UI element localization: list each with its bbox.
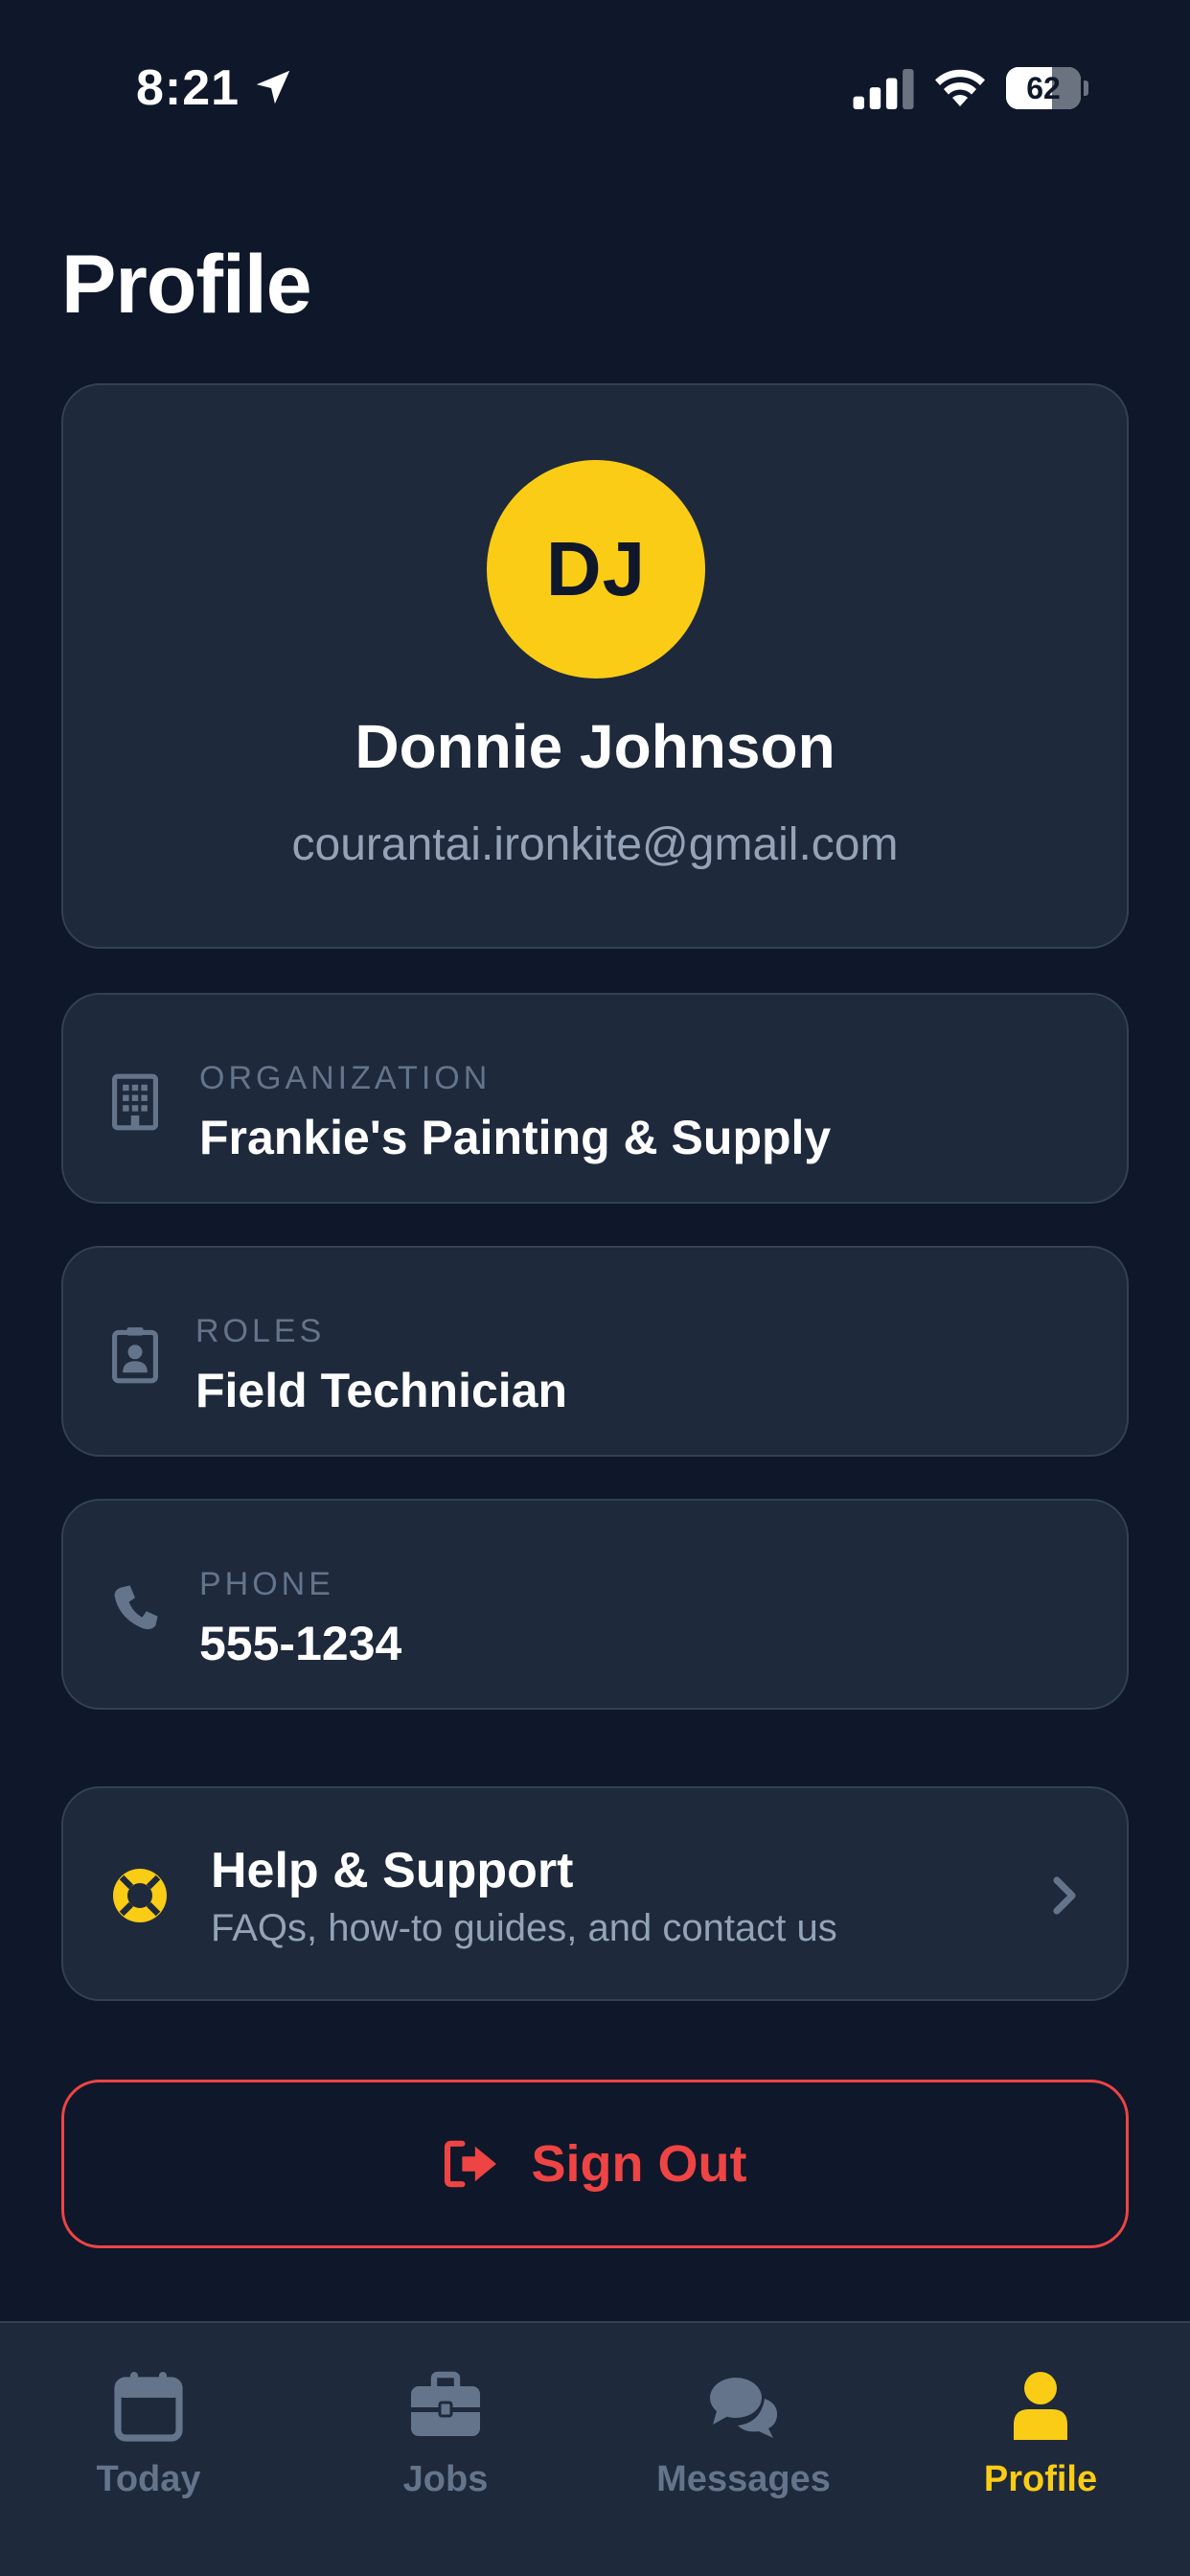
help-support-row[interactable]: Help & Support FAQs, how-to guides, and … [61, 1786, 1129, 2001]
life-ring-icon [113, 1869, 167, 1922]
chevron-right-icon [1053, 1876, 1076, 1915]
tab-messages[interactable]: Messages [619, 2371, 868, 2515]
chat-bubbles-icon [710, 2378, 778, 2438]
wifi-icon [935, 69, 985, 106]
profile-screen: 8:21 62 Profile DJ Donnie Johnson couran… [0, 0, 1190, 2576]
tab-jobs[interactable]: Jobs [321, 2371, 570, 2515]
battery-body: 62 [1006, 67, 1081, 109]
help-subtitle: FAQs, how-to guides, and contact us [211, 1907, 837, 1949]
organization-card: ORGANIZATION Frankie's Painting & Supply [61, 993, 1129, 1204]
roles-value: Field Technician [195, 1364, 568, 1417]
id-badge-icon [112, 1327, 158, 1384]
profile-name: Donnie Johnson [355, 712, 835, 781]
building-icon [112, 1073, 158, 1131]
tab-today-label: Today [96, 2459, 201, 2499]
avatar[interactable]: DJ [487, 460, 705, 678]
roles-card: ROLES Field Technician [61, 1246, 1129, 1457]
phone-value[interactable]: 555-1234 [199, 1616, 401, 1671]
phone-card: PHONE 555-1234 [61, 1499, 1129, 1710]
phone-icon [114, 1585, 158, 1630]
tab-messages-label: Messages [656, 2459, 831, 2499]
calendar-icon [114, 2372, 183, 2442]
sign-out-button[interactable]: Sign Out [61, 2080, 1129, 2248]
status-bar: 8:21 62 [0, 0, 1190, 172]
roles-label: ROLES [195, 1313, 326, 1349]
location-arrow-icon [256, 70, 290, 104]
profile-email: courantai.ironkite@gmail.com [291, 819, 899, 870]
battery-cap [1084, 80, 1088, 96]
briefcase-icon [411, 2371, 480, 2436]
organization-label: ORGANIZATION [199, 1060, 492, 1096]
organization-value: Frankie's Painting & Supply [199, 1111, 832, 1164]
bottom-tab-bar: Today Jobs Messages Profile [0, 2321, 1190, 2576]
help-title: Help & Support [211, 1843, 574, 1898]
tab-today[interactable]: Today [24, 2371, 273, 2515]
battery-percent: 62 [1026, 71, 1061, 105]
status-time: 8:21 [136, 60, 240, 116]
sign-out-icon [444, 2140, 496, 2188]
tab-jobs-label: Jobs [402, 2459, 489, 2499]
tab-profile-label: Profile [983, 2459, 1098, 2499]
user-icon [1014, 2372, 1067, 2440]
sign-out-label: Sign Out [531, 2135, 747, 2193]
page-title: Profile [61, 239, 312, 331]
cellular-signal-icon [853, 69, 914, 109]
battery-indicator: 62 [1006, 67, 1088, 109]
tab-profile[interactable]: Profile [916, 2371, 1165, 2515]
phone-label: PHONE [199, 1566, 334, 1602]
profile-card: DJ Donnie Johnson courantai.ironkite@gma… [61, 383, 1129, 949]
